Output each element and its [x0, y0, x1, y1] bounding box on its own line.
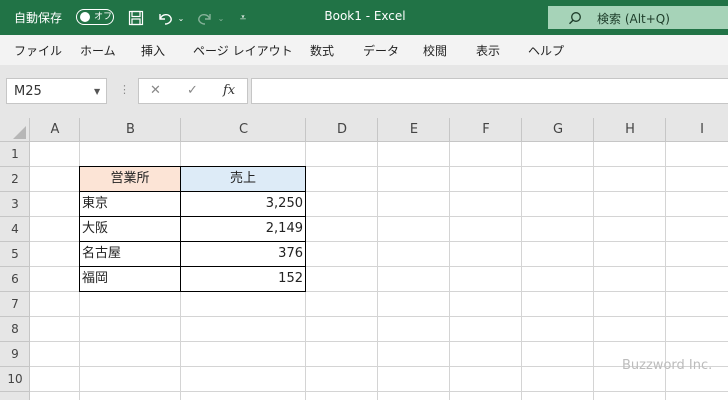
- watermark: Buzzword Inc.: [622, 358, 713, 373]
- formula-buttons: ✕ ✓ fx: [138, 78, 248, 104]
- search-icon: [569, 12, 581, 25]
- insert-function-icon[interactable]: fx: [223, 83, 235, 98]
- col-header-i[interactable]: I: [666, 118, 728, 142]
- col-header-a[interactable]: A: [30, 118, 80, 142]
- col-header-b[interactable]: B: [80, 118, 181, 142]
- menu-formulas[interactable]: 数式: [310, 42, 334, 59]
- menu-help[interactable]: ヘルプ: [528, 42, 564, 59]
- col-header-d[interactable]: D: [306, 118, 378, 142]
- row-header-5[interactable]: 5: [0, 242, 30, 267]
- cell-c2-header-sales[interactable]: 売上: [181, 167, 305, 191]
- menu-bar: ファイル ホーム 挿入 ページ レイアウト 数式 データ 校閲 表示 ヘルプ: [0, 35, 728, 65]
- cell-b2-header-office[interactable]: 営業所: [80, 167, 180, 191]
- menu-page-layout[interactable]: ページ レイアウト: [193, 42, 293, 59]
- cell-c5[interactable]: 376: [181, 242, 305, 266]
- row-header-10[interactable]: 10: [0, 367, 30, 392]
- row-header-7[interactable]: 7: [0, 292, 30, 317]
- cell-b4[interactable]: 大阪: [80, 217, 180, 241]
- redo-icon[interactable]: [194, 8, 216, 28]
- cell-c4[interactable]: 2,149: [181, 217, 305, 241]
- more-options-icon[interactable]: ⋮: [119, 83, 130, 96]
- menu-view[interactable]: 表示: [476, 42, 500, 59]
- autosave-toggle[interactable]: オフ: [76, 9, 114, 25]
- row-header-6[interactable]: 6: [0, 267, 30, 292]
- ribbon-separator: [0, 65, 728, 74]
- menu-home[interactable]: ホーム: [80, 42, 116, 59]
- name-box-dropdown-icon[interactable]: ▼: [94, 87, 100, 96]
- col-header-c[interactable]: C: [181, 118, 306, 142]
- row-header-2[interactable]: 2: [0, 167, 30, 192]
- cell-b6[interactable]: 福岡: [80, 267, 180, 291]
- title-bar: 自動保存 オフ ⌄ ⌄ ⩡ Book1 - Excel 検索 (Alt+Q): [0, 0, 728, 35]
- menu-data[interactable]: データ: [363, 42, 399, 59]
- col-header-e[interactable]: E: [378, 118, 450, 142]
- redo-dropdown-icon[interactable]: ⌄: [216, 8, 226, 28]
- worksheet-grid[interactable]: A B C D E F G H I 1 2 3 4 5 6 7 8 9 10 営…: [0, 118, 728, 400]
- formula-bar-gap: [0, 108, 728, 118]
- toggle-knob: [80, 12, 90, 22]
- undo-dropdown-icon[interactable]: ⌄: [176, 8, 186, 28]
- enter-icon[interactable]: ✓: [187, 83, 198, 98]
- row-header-1[interactable]: 1: [0, 142, 30, 167]
- document-title: Book1 - Excel: [324, 9, 406, 23]
- cancel-icon[interactable]: ✕: [150, 83, 161, 98]
- autosave-state: オフ: [94, 12, 113, 22]
- formula-input[interactable]: [251, 78, 728, 104]
- customize-toolbar-icon[interactable]: ⩡: [236, 8, 250, 28]
- cell-c3[interactable]: 3,250: [181, 192, 305, 216]
- save-icon[interactable]: [126, 8, 146, 28]
- col-header-g[interactable]: G: [522, 118, 594, 142]
- formula-bar: M25 ▼ ⋮ ✕ ✓ fx: [0, 74, 728, 108]
- col-header-h[interactable]: H: [594, 118, 666, 142]
- menu-insert[interactable]: 挿入: [141, 42, 165, 59]
- cell-b3[interactable]: 東京: [80, 192, 180, 216]
- name-box[interactable]: M25 ▼: [6, 78, 107, 104]
- row-header-4[interactable]: 4: [0, 217, 30, 242]
- row-header-9[interactable]: 9: [0, 342, 30, 367]
- name-box-value: M25: [14, 84, 42, 99]
- cell-c6[interactable]: 152: [181, 267, 305, 291]
- row-header-8[interactable]: 8: [0, 317, 30, 342]
- autosave-label: 自動保存: [14, 11, 63, 25]
- cell-b5[interactable]: 名古屋: [80, 242, 180, 266]
- menu-file[interactable]: ファイル: [14, 42, 62, 59]
- row-header-3[interactable]: 3: [0, 192, 30, 217]
- menu-review[interactable]: 校閲: [423, 42, 447, 59]
- search-box[interactable]: 検索 (Alt+Q): [548, 6, 728, 29]
- col-header-f[interactable]: F: [450, 118, 522, 142]
- search-placeholder: 検索 (Alt+Q): [597, 12, 670, 26]
- undo-icon[interactable]: [154, 8, 176, 28]
